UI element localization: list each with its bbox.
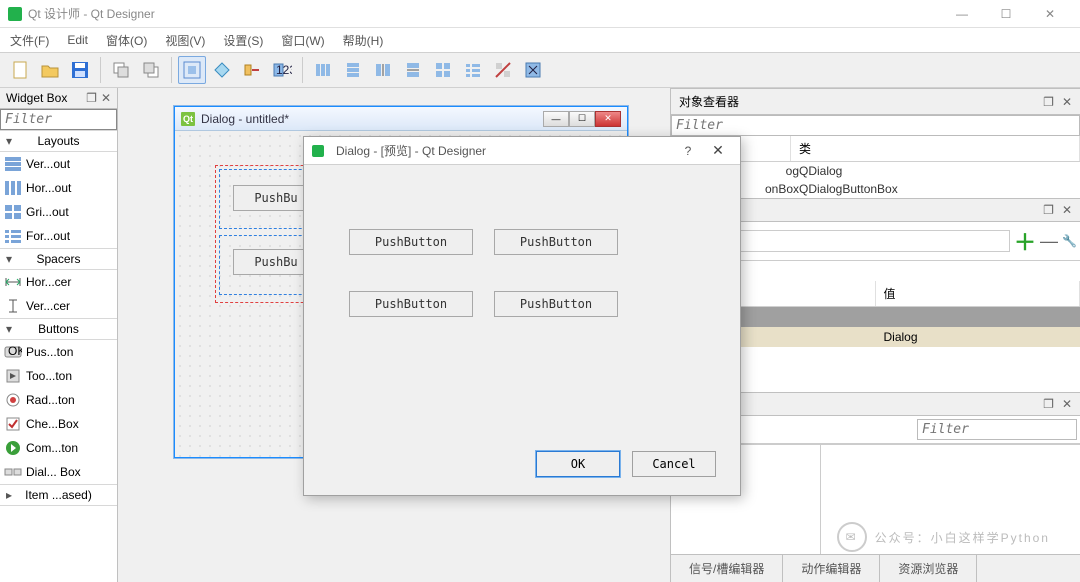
widget-box-panel: Widget Box ❐ ✕ ▾Layouts Ver...out Hor...o… xyxy=(0,88,118,582)
svg-text:123: 123 xyxy=(276,63,292,77)
section-buttons[interactable]: ▾Buttons xyxy=(0,318,117,340)
bring-front-icon[interactable] xyxy=(137,56,165,84)
object-filter[interactable] xyxy=(671,115,1080,136)
dock-close-icon[interactable]: ✕ xyxy=(1062,95,1072,109)
form-min-button[interactable]: — xyxy=(543,111,569,127)
form-titlebar[interactable]: Qt Dialog - untitled* — ☐ ✕ xyxy=(175,107,627,131)
tab-signal[interactable]: 信号/槽编辑器 xyxy=(671,555,783,582)
prop-name-value[interactable]: Dialog xyxy=(876,327,1080,347)
break-layout-icon[interactable] xyxy=(489,56,517,84)
widget-form-layout[interactable]: For...out xyxy=(0,224,117,248)
widget-commandbutton[interactable]: Com...ton xyxy=(0,436,117,460)
dock-float-icon[interactable]: ❐ xyxy=(86,91,97,105)
col-value: 值 xyxy=(876,281,1080,306)
preview-pb-3[interactable]: PushButton xyxy=(349,291,473,317)
preview-close-button[interactable]: ✕ xyxy=(704,142,732,159)
widget-checkbox[interactable]: Che...Box xyxy=(0,412,117,436)
maximize-button[interactable]: ☐ xyxy=(984,0,1028,28)
layout-h-icon[interactable] xyxy=(309,56,337,84)
preview-pb-4[interactable]: PushButton xyxy=(494,291,618,317)
dock-close-icon[interactable]: ✕ xyxy=(1062,397,1072,411)
menu-form[interactable]: 窗体(O) xyxy=(106,32,147,49)
menu-view[interactable]: 视图(V) xyxy=(165,32,205,49)
col-class: 类 xyxy=(791,136,1080,161)
open-file-icon[interactable] xyxy=(36,56,64,84)
form-max-button[interactable]: ☐ xyxy=(569,111,595,127)
buddy-icon[interactable] xyxy=(238,56,266,84)
widget-radiobutton[interactable]: Rad...ton xyxy=(0,388,117,412)
title-text: Qt 设计师 - Qt Designer xyxy=(28,5,940,22)
cancel-button[interactable]: Cancel xyxy=(632,451,716,477)
qt-logo-icon: Qt xyxy=(181,112,195,126)
new-file-icon[interactable] xyxy=(6,56,34,84)
configure-icon[interactable]: 🔧 xyxy=(1062,234,1077,248)
preview-pb-2[interactable]: PushButton xyxy=(494,229,618,255)
layout-grid-icon[interactable] xyxy=(429,56,457,84)
form-close-button[interactable]: ✕ xyxy=(595,111,621,127)
qt-icon xyxy=(312,145,324,157)
dock-close-icon[interactable]: ✕ xyxy=(101,91,111,105)
layout-v-icon[interactable] xyxy=(339,56,367,84)
toolbar: 123 xyxy=(0,52,1080,88)
widget-box-title-text: Widget Box xyxy=(6,91,67,105)
add-property-icon[interactable]: ＋ xyxy=(1014,225,1036,257)
layout-vsplit-icon[interactable] xyxy=(399,56,427,84)
widget-pushbutton[interactable]: OKPus...ton xyxy=(0,340,117,364)
widget-vertical-layout[interactable]: Ver...out xyxy=(0,152,117,176)
minimize-button[interactable]: — xyxy=(940,0,984,28)
widget-toolbutton[interactable]: Too...ton xyxy=(0,364,117,388)
tab-resource[interactable]: 资源浏览器 xyxy=(880,555,977,582)
preview-titlebar[interactable]: Dialog - [预览] - Qt Designer ? ✕ xyxy=(304,137,740,165)
menu-settings[interactable]: 设置(S) xyxy=(223,32,263,49)
remove-property-icon[interactable]: — xyxy=(1040,231,1058,252)
dock-close-icon[interactable]: ✕ xyxy=(1062,203,1072,217)
resource-view[interactable] xyxy=(821,445,1080,554)
widget-box-title: Widget Box ❐ ✕ xyxy=(0,88,117,109)
object-inspector-title: 对象查看器 ❐ ✕ xyxy=(671,88,1080,115)
preview-pb-1[interactable]: PushButton xyxy=(349,229,473,255)
section-spacers[interactable]: ▾Spacers xyxy=(0,248,117,270)
dock-float-icon[interactable]: ❐ xyxy=(1043,95,1054,109)
widget-grid-layout[interactable]: Gri...out xyxy=(0,200,117,224)
widget-horizontal-layout[interactable]: Hor...out xyxy=(0,176,117,200)
help-button[interactable]: ? xyxy=(678,144,698,158)
layout-hsplit-icon[interactable] xyxy=(369,56,397,84)
tab-action[interactable]: 动作编辑器 xyxy=(783,555,880,582)
object-inspector-label: 对象查看器 xyxy=(679,93,739,110)
preview-body: PushButton PushButton PushButton PushBut… xyxy=(304,165,740,495)
menu-bar: 文件(F) Edit 窗体(O) 视图(V) 设置(S) 窗口(W) 帮助(H) xyxy=(0,28,1080,52)
svg-text:OK: OK xyxy=(8,344,22,358)
resource-filter[interactable] xyxy=(917,419,1077,440)
menu-edit[interactable]: Edit xyxy=(67,33,88,47)
layout-form-icon[interactable] xyxy=(459,56,487,84)
ok-button[interactable]: OK xyxy=(536,451,620,477)
adjust-size-icon[interactable] xyxy=(519,56,547,84)
dock-float-icon[interactable]: ❐ xyxy=(1043,203,1054,217)
save-icon[interactable] xyxy=(66,56,94,84)
app-icon xyxy=(8,7,22,21)
widget-vertical-spacer[interactable]: Ver...cer xyxy=(0,294,117,318)
preview-title: Dialog - [预览] - Qt Designer xyxy=(336,142,672,159)
window-titlebar: Qt 设计师 - Qt Designer — ☐ ✕ xyxy=(0,0,1080,28)
close-button[interactable]: ✕ xyxy=(1028,0,1072,28)
menu-file[interactable]: 文件(F) xyxy=(10,32,49,49)
signal-slot-icon[interactable] xyxy=(208,56,236,84)
bottom-tabs: 信号/槽编辑器 动作编辑器 资源浏览器 xyxy=(671,554,1080,582)
menu-help[interactable]: 帮助(H) xyxy=(343,32,384,49)
section-itemviews[interactable]: ▸Item ...ased) xyxy=(0,484,117,506)
widget-dialogbuttonbox[interactable]: Dial... Box xyxy=(0,460,117,484)
form-title: Dialog - untitled* xyxy=(201,112,537,126)
widget-box-filter[interactable] xyxy=(0,109,117,130)
send-back-icon[interactable] xyxy=(107,56,135,84)
preview-dialog[interactable]: Dialog - [预览] - Qt Designer ? ✕ PushButt… xyxy=(303,136,741,496)
menu-window[interactable]: 窗口(W) xyxy=(281,32,324,49)
widget-horizontal-spacer[interactable]: Hor...cer xyxy=(0,270,117,294)
tab-order-icon[interactable]: 123 xyxy=(268,56,296,84)
dock-float-icon[interactable]: ❐ xyxy=(1043,397,1054,411)
section-layouts[interactable]: ▾Layouts xyxy=(0,130,117,152)
edit-widgets-icon[interactable] xyxy=(178,56,206,84)
